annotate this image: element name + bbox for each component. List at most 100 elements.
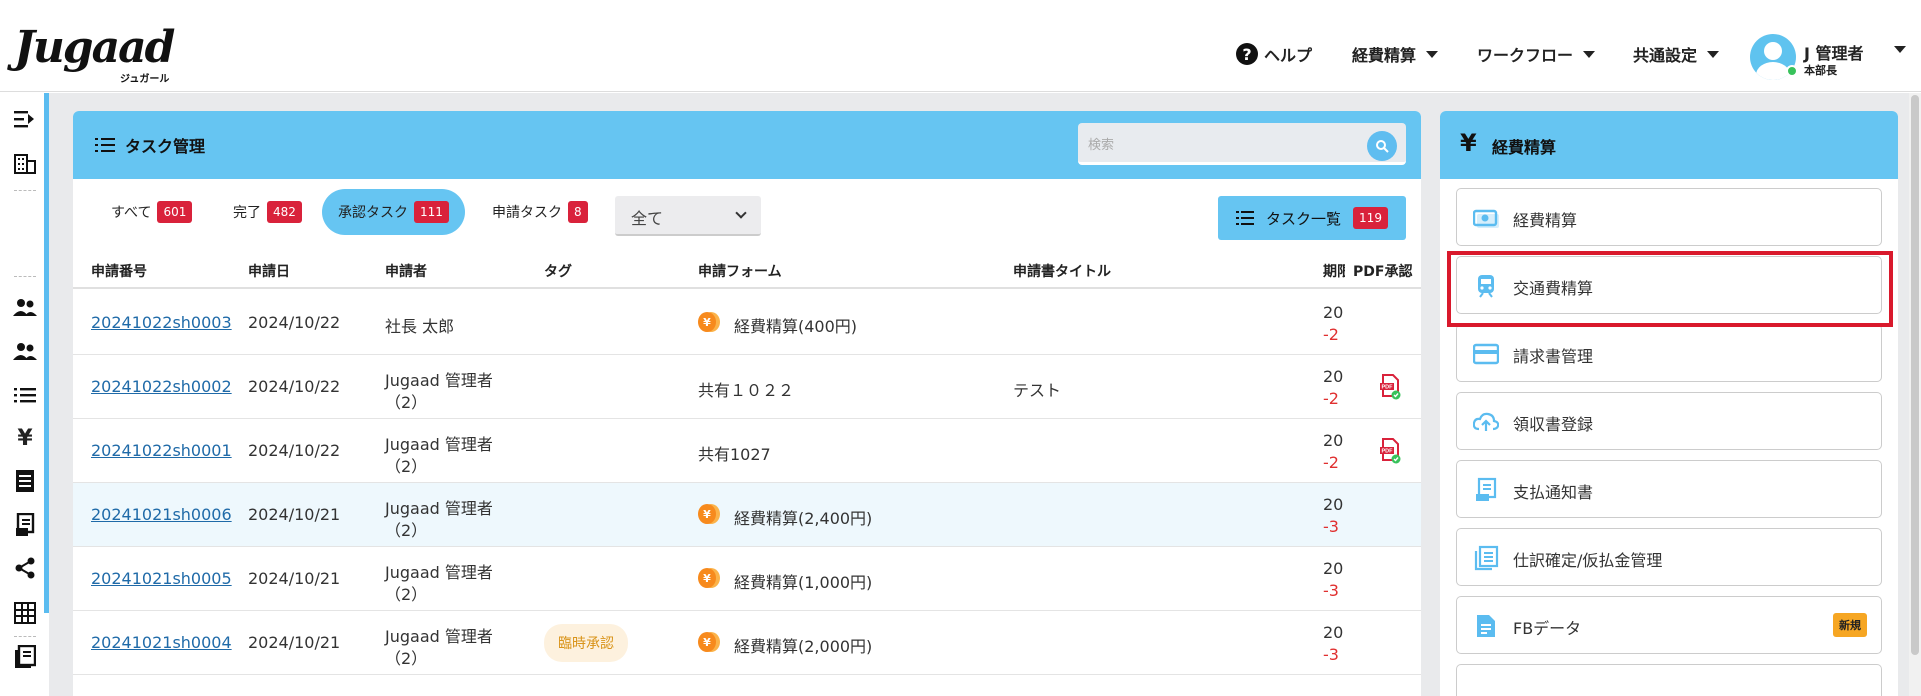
search-button[interactable] [1367,131,1397,161]
user-menu-caret-icon[interactable] [1894,46,1906,53]
chevron-down-icon [735,207,747,219]
filter-tab-label: 申請タスク [492,205,562,221]
user-name[interactable]: J 管理者 [1804,40,1864,64]
caret-down-icon [1426,50,1439,58]
grid-icon[interactable] [12,600,38,626]
search-input[interactable] [1088,133,1358,155]
group-icon[interactable] [12,338,38,364]
pdf-approval-icon[interactable]: PDF [1379,438,1401,464]
application-title: テスト [1013,381,1062,400]
applicant-name: Jugaad 管理者 [385,435,493,454]
menu-item-receipt-register[interactable]: 領収書登録 [1456,392,1882,450]
menu-item-fb-data[interactable]: FBデータ 新規 [1456,596,1882,654]
column-header[interactable]: PDF承認 [1353,261,1412,281]
table-row[interactable]: 20241021sh0006 2024/10/21 Jugaad 管理者 （2） ¥ 経費… [73,483,1421,547]
column-header[interactable]: 申請書タイトル [1013,261,1111,281]
menu-item-payment-notice[interactable]: 支払通知書 [1456,460,1882,518]
expense-panel-header: ¥ 経費精算 [1440,111,1898,179]
column-header[interactable]: 期限 [1323,261,1345,281]
list-icon [95,138,115,152]
expense-panel-title: 経費精算 [1492,138,1557,157]
receipt-icon[interactable] [12,512,38,538]
applicant-name: Jugaad 管理者 [385,627,493,646]
applicant-name: Jugaad 管理者 [385,499,493,518]
share-icon[interactable] [12,555,38,581]
users-icon[interactable] [12,294,38,320]
building-icon[interactable] [12,150,38,176]
receipt-icon [1476,477,1497,501]
due-days-remaining: -3 [1323,517,1339,536]
nav-workflow[interactable]: ワークフロー [1477,42,1596,66]
menu-item-journal[interactable]: 仕訳確定/仮払金管理 [1456,528,1882,586]
table-row[interactable]: 20241021sh0005 2024/10/21 Jugaad 管理者 （2） ¥ 経費… [73,547,1421,611]
applicant-name-suffix: （2） [385,585,428,604]
scrollbar-thumb[interactable] [1911,95,1919,655]
table-row[interactable]: 20241022sh0002 2024/10/22 Jugaad 管理者 （2） 共有１… [73,355,1421,419]
column-header[interactable]: 申請日 [248,261,290,281]
nav-common-settings[interactable]: 共通設定 [1633,42,1720,66]
due-date: 20 [1323,623,1344,642]
application-number-link[interactable]: 20241021sh0004 [91,633,232,652]
task-management-panel: タスク管理 すべて 601 完了 482 承認タスク 111 申請タスク 8 全… [73,111,1421,696]
table-row[interactable]: 20241021sh0004 2024/10/21 Jugaad 管理者 （2） 臨時承… [73,611,1421,675]
menu-expand-icon[interactable] [12,106,38,132]
menu-item-invoice[interactable]: 請求書管理 [1456,324,1882,382]
table-row[interactable]: 20241022sh0003 2024/10/22 社長 太郎 ¥ 経費精算(400円)… [73,291,1421,355]
application-number-link[interactable]: 20241021sh0005 [91,569,232,588]
application-form: 経費精算(2,000円) [734,637,873,656]
menu-item-label: 領収書登録 [1513,415,1594,434]
document-icon[interactable] [12,468,38,494]
due-days-remaining: -3 [1323,581,1339,600]
column-header[interactable]: タグ [544,261,572,281]
task-list-label: タスク一覧 [1266,209,1342,228]
pdf-approval-icon[interactable]: PDF [1379,374,1401,400]
menu-item-expense[interactable]: 経費精算 [1456,188,1882,246]
application-date: 2024/10/21 [248,505,341,524]
task-list-button[interactable]: タスク一覧 119 [1218,196,1406,240]
column-header[interactable]: 申請者 [385,261,427,281]
applicant-name-suffix: （2） [385,649,428,668]
application-number-link[interactable]: 20241022sh0002 [91,377,232,396]
logo[interactable]: Jugaad ジュガール [14,22,175,86]
application-number-link[interactable]: 20241022sh0001 [91,441,232,460]
list-icon [1236,211,1255,225]
application-date: 2024/10/22 [248,441,341,460]
search-box [1078,123,1406,165]
nav-help[interactable]: ? ヘルプ [1236,42,1312,66]
nav-expense-label: 経費精算 [1352,46,1417,65]
logo-text: Jugaad [14,22,175,73]
tag-badge[interactable]: 臨時承認 [544,624,628,662]
filter-tab-approval[interactable]: 承認タスク 111 [322,189,465,235]
menu-item-more[interactable] [1456,664,1882,696]
applicant-name: Jugaad 管理者 [385,563,493,582]
yen-icon[interactable]: ¥ [12,425,38,451]
yen-icon: ¥ [1460,129,1477,157]
menu-item-label: 仕訳確定/仮払金管理 [1513,551,1663,570]
filter-tab-all[interactable]: すべて 601 [111,189,193,235]
documents-icon [1474,545,1499,571]
application-number-link[interactable]: 20241021sh0006 [91,505,232,524]
applicant-name-suffix: （2） [385,457,428,476]
count-badge: 482 [267,201,302,223]
applicant-name-suffix: （2） [385,521,428,540]
application-form: 共有1027 [698,445,771,464]
filter-select[interactable]: 全て [615,196,761,236]
column-header[interactable]: 申請フォーム [698,261,782,281]
column-header[interactable]: 申請番号 [91,261,147,281]
cloud-upload-icon [1473,412,1499,431]
nav-expense[interactable]: 経費精算 [1352,42,1439,66]
list-icon[interactable] [12,382,38,408]
application-date: 2024/10/22 [248,377,341,396]
application-form: 経費精算(2,400円) [734,509,873,528]
documents-icon[interactable] [12,644,38,670]
due-days-remaining: -2 [1323,453,1339,472]
due-date: 20 [1323,495,1344,514]
due-days-remaining: -2 [1323,389,1339,408]
filter-tab-application[interactable]: 申請タスク 8 [492,189,588,235]
table-row[interactable]: 20241022sh0001 2024/10/22 Jugaad 管理者 （2） 共有1… [73,419,1421,483]
due-date: 20 [1323,303,1344,322]
application-number-link[interactable]: 20241022sh0003 [91,313,232,332]
filter-tab-done[interactable]: 完了 482 [233,189,302,235]
count-badge: 601 [157,201,193,223]
menu-item-label: 支払通知書 [1513,483,1594,502]
